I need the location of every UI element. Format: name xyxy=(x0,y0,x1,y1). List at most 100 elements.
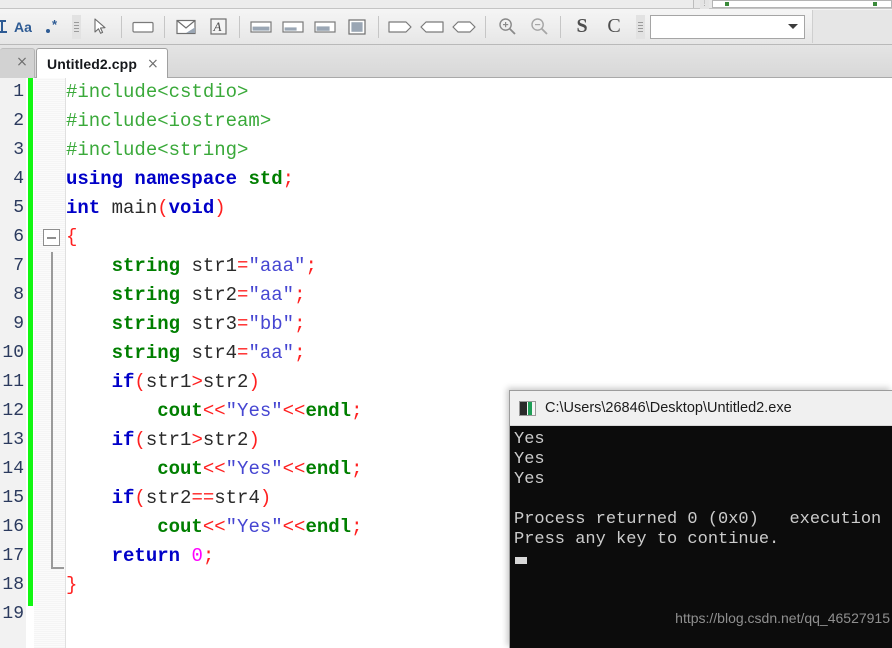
chevron-down-icon[interactable] xyxy=(788,24,798,29)
code-token: } xyxy=(66,574,78,596)
code-line[interactable]: #include<iostream> xyxy=(66,107,892,136)
line-numbers: 1 2 3 4 5 6 7 8 9 10 11 12 13 14 15 16 17 18 19 xyxy=(0,78,26,629)
arrow-left-tool-button[interactable] xyxy=(417,13,447,41)
svg-text:Aa: Aa xyxy=(14,19,32,35)
arrow-right-tool-button[interactable] xyxy=(385,13,415,41)
code-folding-column[interactable] xyxy=(34,78,66,648)
close-icon[interactable]: × xyxy=(147,56,159,72)
editor-tab-bar: × Untitled2.cpp × xyxy=(0,45,892,79)
code-token: ( xyxy=(134,429,146,451)
arrow-both-tool-button[interactable] xyxy=(449,13,479,41)
fold-collapse-icon[interactable] xyxy=(43,229,60,246)
toolbar-separator xyxy=(378,15,379,38)
code-token: << xyxy=(282,400,306,422)
font-style-icon[interactable] xyxy=(0,13,10,41)
code-token: #include<iostream> xyxy=(66,110,272,132)
rectangle-tool-button[interactable] xyxy=(128,13,158,41)
line-number: 12 xyxy=(2,401,24,421)
line-number-gutter: 1 2 3 4 5 6 7 8 9 10 11 12 13 14 15 16 17 18 19 xyxy=(0,78,26,648)
zoom-in-tool-button[interactable] xyxy=(492,13,522,41)
console-title-bar[interactable]: C:\Users\26846\Desktop\Untitled2.exe xyxy=(510,391,892,426)
line-number: 13 xyxy=(2,430,24,450)
tab-untitled2-cpp[interactable]: Untitled2.cpp × xyxy=(36,48,168,78)
code-token: > xyxy=(191,429,203,451)
svg-text:*: * xyxy=(52,19,58,32)
code-line[interactable]: string str2="aa"; xyxy=(66,281,892,310)
s-button-label: S xyxy=(576,15,588,37)
code-token: << xyxy=(202,400,226,422)
envelope-tool-button[interactable] xyxy=(171,13,201,41)
code-token: ( xyxy=(134,371,146,393)
code-token: main xyxy=(111,197,158,219)
line-number: 4 xyxy=(13,169,24,189)
tab-label: Untitled2.cpp xyxy=(47,55,137,72)
code-line[interactable]: string str1="aaa"; xyxy=(66,252,892,281)
code-token: str4 xyxy=(191,342,238,364)
text-frame-tool-button[interactable]: A xyxy=(203,13,233,41)
font-size-icon[interactable]: Aa xyxy=(12,13,40,41)
code-token: str4 xyxy=(214,487,260,509)
pointer-tool-button[interactable] xyxy=(85,13,115,41)
align-right-tool-button[interactable] xyxy=(310,13,340,41)
secondary-toolbar-sliver: ⋮ xyxy=(0,0,892,9)
line-number: 10 xyxy=(2,343,24,363)
regex-icon[interactable]: * xyxy=(42,13,68,41)
toolbar-drag-grip[interactable] xyxy=(72,14,81,39)
s-button[interactable]: S xyxy=(567,13,597,41)
code-line[interactable]: int main(void) xyxy=(66,194,892,223)
close-all-tabs-icon[interactable]: × xyxy=(14,54,30,70)
code-token: string xyxy=(111,255,192,277)
code-token: str1 xyxy=(145,429,192,451)
code-token: << xyxy=(282,458,306,480)
line-number: 16 xyxy=(2,517,24,537)
toolbar-drag-grip[interactable] xyxy=(636,14,645,39)
zoom-out-tool-button[interactable] xyxy=(524,13,554,41)
search-combo-input[interactable] xyxy=(650,14,805,39)
code-token: << xyxy=(282,516,306,538)
code-token: endl xyxy=(305,516,352,538)
code-line[interactable]: using namespace std; xyxy=(66,165,892,194)
align-bottom-tool-button[interactable] xyxy=(246,13,276,41)
code-line[interactable]: #include<cstdio> xyxy=(66,78,892,107)
line-number: 11 xyxy=(2,372,24,392)
code-line[interactable]: string str4="aa"; xyxy=(66,339,892,368)
console-line: Press any key to continue. xyxy=(514,530,780,549)
console-line: Yes xyxy=(514,450,545,469)
code-line[interactable]: { xyxy=(66,223,892,252)
code-line[interactable]: string str3="bb"; xyxy=(66,310,892,339)
code-token: #include<string> xyxy=(66,139,249,161)
code-token: str2 xyxy=(202,429,249,451)
code-token: ; xyxy=(305,255,317,277)
sliver-input-field[interactable] xyxy=(712,0,892,8)
code-token: > xyxy=(191,371,203,393)
fill-tool-button[interactable] xyxy=(342,13,372,41)
line-number: 6 xyxy=(13,227,24,247)
toolbar-separator xyxy=(485,15,486,38)
code-token: cout xyxy=(157,400,203,422)
toolbar-separator xyxy=(239,15,240,38)
code-token: ) xyxy=(248,371,260,393)
line-number: 17 xyxy=(2,546,24,566)
code-token: #include<cstdio> xyxy=(66,81,249,103)
c-button[interactable]: C xyxy=(599,13,629,41)
fold-range-end xyxy=(51,567,64,569)
code-line[interactable]: #include<string> xyxy=(66,136,892,165)
code-token: { xyxy=(66,226,78,248)
svg-text:A: A xyxy=(212,19,221,34)
console-window[interactable]: C:\Users\26846\Desktop\Untitled2.exe Yes… xyxy=(509,390,892,648)
line-number: 15 xyxy=(2,488,24,508)
code-token: ; xyxy=(202,545,215,567)
toolbar-separator xyxy=(164,15,165,38)
line-number: 3 xyxy=(13,140,24,160)
align-bottom-right-tool-button[interactable] xyxy=(278,13,308,41)
code-token: str1 xyxy=(145,371,192,393)
drag-grip-icon[interactable]: ⋮ xyxy=(700,0,709,9)
code-token: str2 xyxy=(202,371,249,393)
